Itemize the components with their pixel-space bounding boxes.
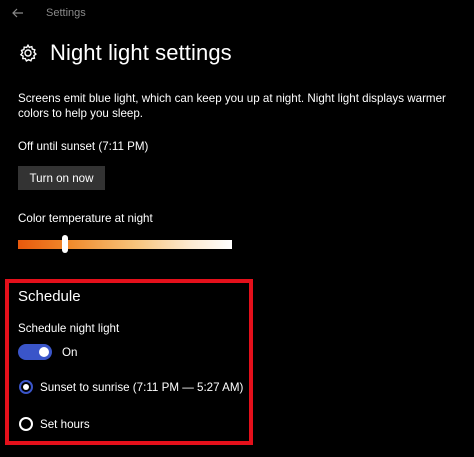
set-hours-label[interactable]: Set hours xyxy=(40,418,90,431)
page-header: Night light settings xyxy=(18,40,232,66)
turn-on-now-button[interactable]: Turn on now xyxy=(18,166,105,190)
schedule-night-light-label: Schedule night light xyxy=(18,322,120,335)
app-title: Settings xyxy=(46,7,86,19)
night-light-status: Off until sunset (7:11 PM) xyxy=(18,140,149,153)
sunset-to-sunrise-radio[interactable] xyxy=(19,380,33,394)
set-hours-radio[interactable] xyxy=(19,417,33,431)
gear-icon xyxy=(19,43,37,62)
back-button[interactable] xyxy=(8,4,28,22)
page-title: Night light settings xyxy=(50,40,232,65)
color-temperature-slider-thumb[interactable] xyxy=(62,235,69,253)
toggle-state-label: On xyxy=(62,346,78,359)
schedule-heading: Schedule xyxy=(18,288,81,305)
toggle-knob xyxy=(39,347,49,357)
sunset-to-sunrise-label[interactable]: Sunset to sunrise (7:11 PM — 5:27 AM) xyxy=(40,381,243,394)
arrow-left-icon xyxy=(12,8,23,18)
schedule-toggle[interactable] xyxy=(18,344,52,360)
color-temperature-slider[interactable] xyxy=(18,240,232,249)
description-text: Screens emit blue light, which can keep … xyxy=(18,92,446,120)
title-bar: Settings xyxy=(0,0,474,26)
color-temperature-label: Color temperature at night xyxy=(18,212,153,225)
